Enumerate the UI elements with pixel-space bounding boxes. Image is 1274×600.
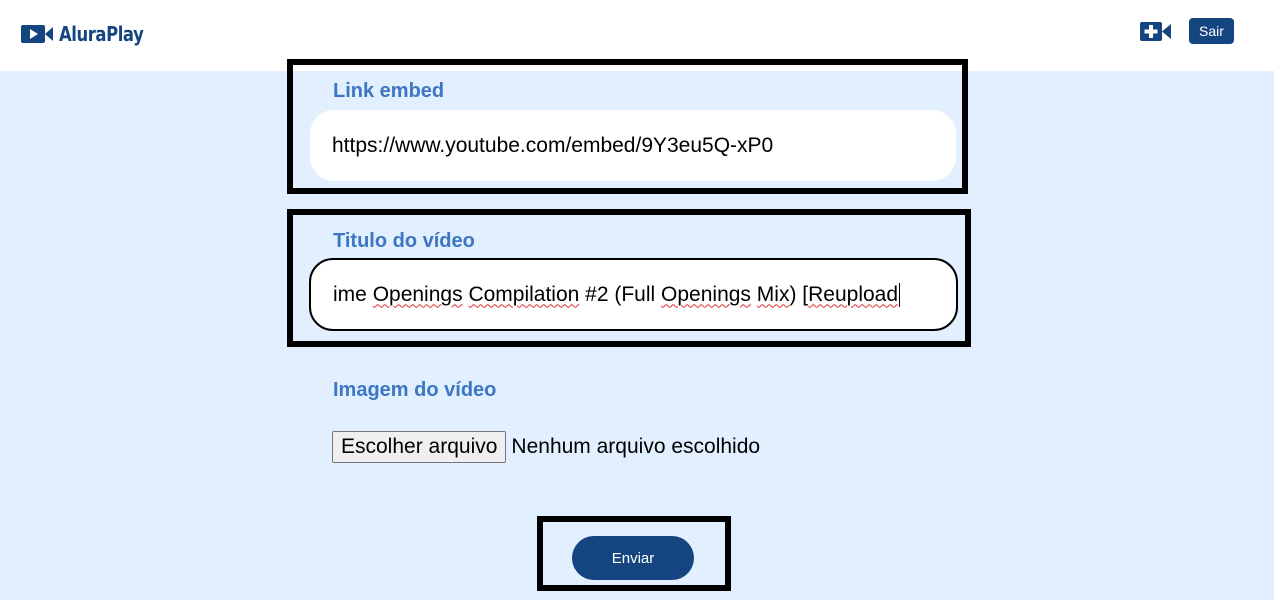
logo-text: AluraPlay [59,22,144,46]
submit-button[interactable]: Enviar [572,536,694,580]
link-embed-value: https://www.youtube.com/embed/9Y3eu5Q-xP… [332,133,774,157]
text-caret [899,282,901,307]
file-status-text: Nenhum arquivo escolhido [511,435,761,458]
video-image-label: Imagem do vídeo [333,379,497,401]
video-title-input[interactable]: ime Openings Compilation #2 (Full Openin… [309,258,958,331]
add-video-button[interactable] [1140,22,1171,41]
aluraplay-logo[interactable]: AluraPlay [21,20,162,48]
logout-button[interactable]: Sair [1189,18,1234,44]
link-embed-input[interactable]: https://www.youtube.com/embed/9Y3eu5Q-xP… [310,110,956,181]
link-embed-label: Link embed [333,80,445,102]
video-camera-plus-icon [1140,22,1171,41]
video-title-label: Titulo do vídeo [333,230,475,252]
video-camera-logo-icon [21,25,53,43]
video-image-file-input[interactable]: Escolher arquivo Nenhum arquivo escolhid… [332,431,760,463]
video-title-value: ime Openings Compilation #2 (Full Openin… [333,282,899,306]
choose-file-button[interactable]: Escolher arquivo [332,431,507,463]
